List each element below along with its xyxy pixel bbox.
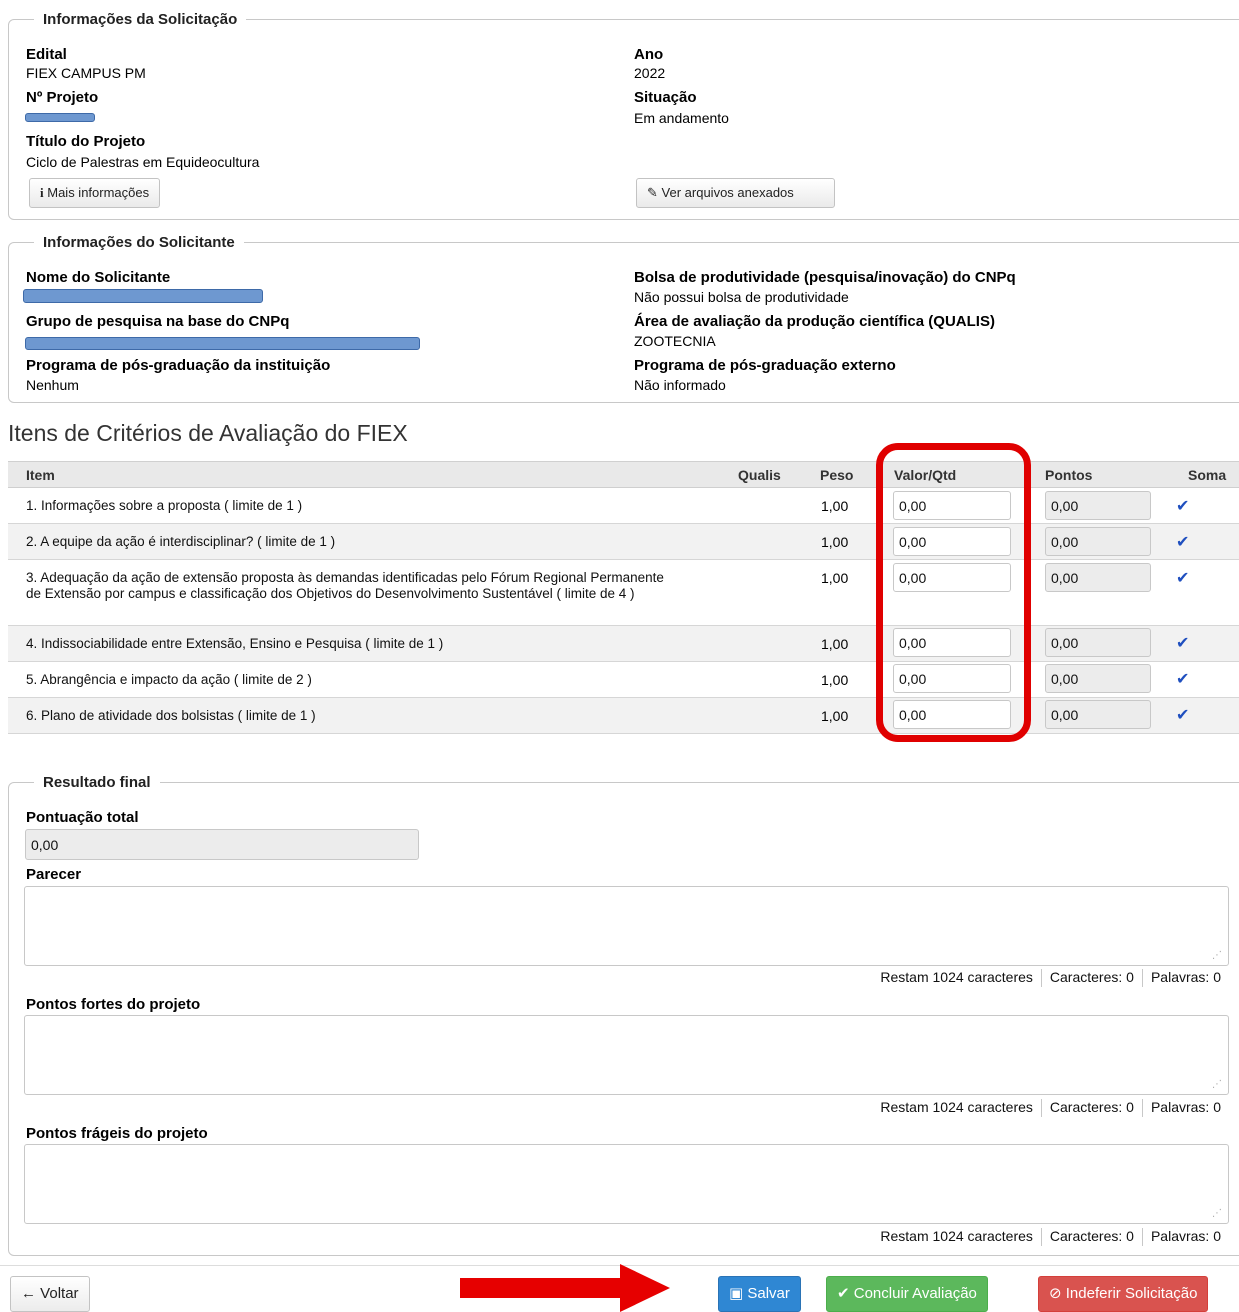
solicitante-legend: Informações do Solicitante: [34, 233, 244, 253]
voltar-button[interactable]: ← Voltar: [10, 1276, 90, 1312]
restam-text: Restam 1024 caracteres: [880, 969, 1033, 985]
row-item: 6. Plano de atividade dos bolsistas ( li…: [26, 708, 316, 723]
check-icon: ✔: [1176, 570, 1190, 587]
edital-label: Edital: [26, 46, 67, 63]
palavras-text: Palavras: 0: [1150, 969, 1221, 985]
nome-label: Nome do Solicitante: [26, 269, 171, 286]
caracteres-text: Caracteres: 0: [1049, 1228, 1134, 1244]
pontos-field-4: [1045, 628, 1151, 657]
row-peso: 1,00: [821, 708, 849, 724]
arrow-left-icon: ←: [21, 1285, 36, 1302]
fortes-counter: Restam 1024 caracteres Caracteres: 0 Palav…: [880, 1099, 1221, 1118]
pontos-field-1: [1045, 491, 1151, 520]
mais-informacoes-button[interactable]: i Mais informações: [29, 178, 161, 208]
criterios-title: Itens de Critérios de Avaliação do FIEX: [8, 420, 408, 446]
prog-inst-label: Programa de pós-graduação da instituição: [26, 357, 331, 374]
header-peso: Peso: [820, 467, 854, 483]
row-item: 2. A equipe da ação é interdisciplinar? …: [26, 534, 336, 549]
concluir-avaliacao-button[interactable]: ✔ Concluir Avaliação: [826, 1276, 988, 1312]
redacted-nome: [23, 289, 263, 303]
parecer-counter: Restam 1024 caracteres Caracteres: 0 Palav…: [880, 969, 1221, 988]
header-soma: Soma: [1188, 467, 1227, 483]
projeto-label: Nº Projeto: [26, 89, 99, 106]
pontuacao-total-field: [25, 829, 419, 860]
frageis-counter: Restam 1024 caracteres Caracteres: 0 Palav…: [880, 1228, 1221, 1247]
caracteres-text: Caracteres: 0: [1049, 1099, 1134, 1115]
info-icon: i: [40, 185, 44, 200]
pontuacao-label: Pontuação total: [26, 809, 139, 826]
ver-arquivos-button[interactable]: ✎ Ver arquivos anexados: [636, 178, 835, 208]
table-header: Item Qualis Peso Valor/Qtd Pontos Soma: [8, 462, 1239, 488]
titulo-value: Ciclo de Palestras em Equideocultura: [26, 154, 260, 170]
pontos-frageis-textarea[interactable]: [24, 1144, 1229, 1224]
check-icon: ✔: [837, 1285, 850, 1302]
row-peso: 1,00: [821, 672, 849, 688]
row-peso: 1,00: [821, 498, 849, 514]
ano-label: Ano: [634, 46, 664, 63]
parecer-textarea[interactable]: [24, 886, 1229, 966]
prog-inst-value: Nenhum: [26, 377, 79, 393]
resize-grip-icon[interactable]: ⋰: [1212, 1208, 1235, 1309]
pontos-field-2: [1045, 527, 1151, 556]
row-peso: 1,00: [821, 570, 849, 586]
salvar-button[interactable]: ▣ Salvar: [718, 1276, 801, 1312]
prog-ext-label: Programa de pós-graduação externo: [634, 357, 896, 374]
solicitacao-legend: Informações da Solicitação: [34, 10, 247, 30]
situacao-label: Situação: [634, 89, 697, 106]
bolsa-label: Bolsa de produtividade (pesquisa/inovaçã…: [634, 269, 1016, 286]
row-item: 3. Adequação da ação de extensão propost…: [26, 570, 664, 601]
concluir-label: Concluir Avaliação: [853, 1285, 977, 1302]
check-icon: ✔: [1176, 671, 1190, 688]
criterios-table: Item Qualis Peso Valor/Qtd Pontos Soma 1…: [8, 461, 1239, 734]
pontos-fortes-textarea[interactable]: [24, 1015, 1229, 1095]
row-item: 4. Indissociabilidade entre Extensão, En…: [26, 636, 444, 651]
valor-column-highlight: [876, 443, 1031, 742]
check-icon: ✔: [1176, 707, 1190, 724]
pontos-field-5: [1045, 664, 1151, 693]
situacao-value: Em andamento: [634, 110, 729, 126]
area-label: Área de avaliação da produção científica…: [634, 313, 995, 330]
indeferir-label: Indeferir Solicitação: [1065, 1285, 1198, 1302]
restam-text: Restam 1024 caracteres: [880, 1228, 1033, 1244]
palavras-text: Palavras: 0: [1150, 1099, 1221, 1115]
paperclip-icon: ✎: [647, 185, 658, 200]
check-icon: ✔: [1176, 534, 1190, 551]
area-value: ZOOTECNIA: [634, 333, 716, 349]
row-item: 5. Abrangência e impacto da ação ( limit…: [26, 672, 312, 687]
resultado-legend: Resultado final: [34, 773, 160, 793]
parecer-label: Parecer: [26, 866, 82, 883]
prog-ext-value: Não informado: [634, 377, 726, 393]
ano-value: 2022: [634, 65, 666, 81]
solicitacao-fieldset: Informações da Solicitação: [8, 10, 1239, 220]
edital-value: FIEX CAMPUS PM: [26, 65, 146, 81]
row-peso: 1,00: [821, 534, 849, 550]
row-item: 1. Informações sobre a proposta ( limite…: [26, 498, 303, 513]
red-arrow-icon: [460, 1264, 670, 1312]
pontos-field-3: [1045, 563, 1151, 592]
frageis-label: Pontos frágeis do projeto: [26, 1125, 208, 1142]
salvar-label: Salvar: [747, 1285, 790, 1302]
titulo-label: Título do Projeto: [26, 133, 146, 150]
header-pontos: Pontos: [1045, 467, 1093, 483]
fortes-label: Pontos fortes do projeto: [26, 996, 201, 1013]
redacted-projeto-number: [25, 113, 95, 122]
check-icon: ✔: [1176, 635, 1190, 652]
check-icon: ✔: [1176, 498, 1190, 515]
caracteres-text: Caracteres: 0: [1049, 969, 1134, 985]
bolsa-value: Não possui bolsa de produtividade: [634, 289, 849, 305]
mais-informacoes-label: Mais informações: [47, 185, 150, 200]
ban-icon: ⊘: [1049, 1285, 1062, 1302]
row-peso: 1,00: [821, 636, 849, 652]
indeferir-solicitacao-button[interactable]: ⊘ Indeferir Solicitação: [1038, 1276, 1209, 1312]
voltar-label: Voltar: [40, 1285, 79, 1302]
palavras-text: Palavras: 0: [1150, 1228, 1221, 1244]
ver-arquivos-label: Ver arquivos anexados: [661, 185, 794, 200]
pontos-field-6: [1045, 700, 1151, 729]
redacted-grupo: [25, 337, 420, 350]
header-item: Item: [26, 467, 55, 483]
floppy-disk-icon: ▣: [729, 1285, 744, 1302]
header-qualis: Qualis: [738, 467, 781, 483]
restam-text: Restam 1024 caracteres: [880, 1099, 1033, 1115]
grupo-label: Grupo de pesquisa na base do CNPq: [26, 313, 290, 330]
